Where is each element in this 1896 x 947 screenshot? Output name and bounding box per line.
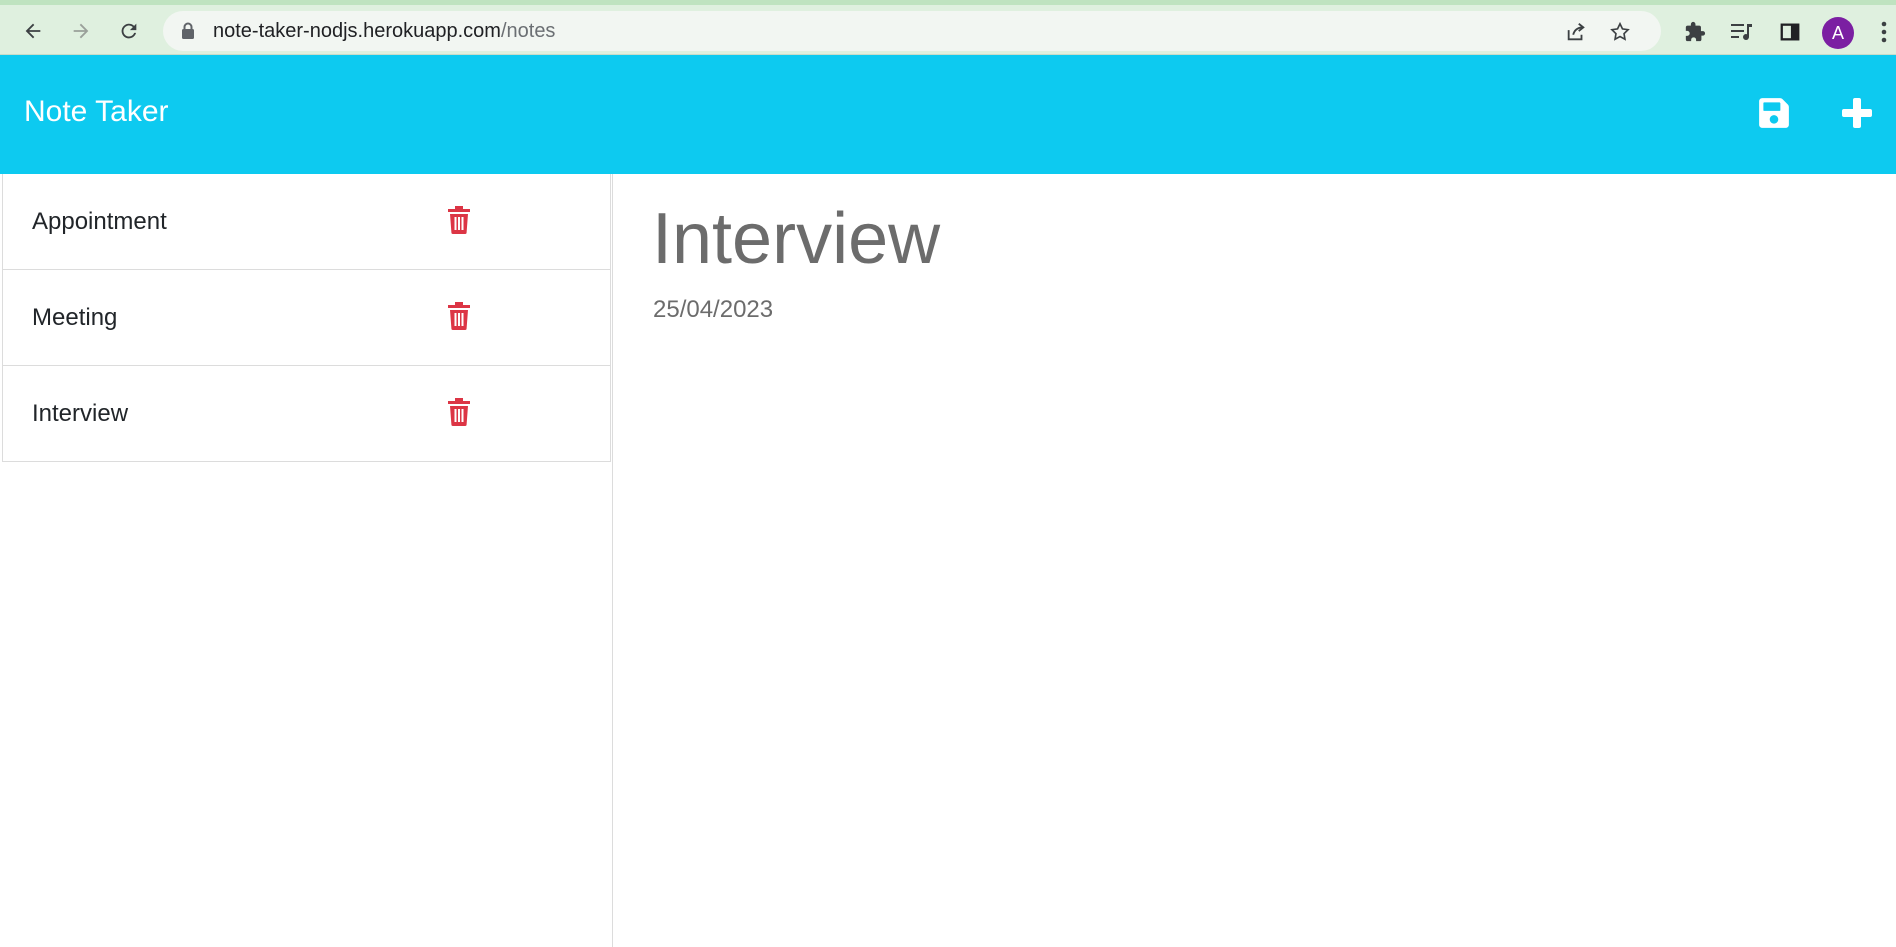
save-note-button[interactable] [1754,93,1794,133]
list-item-note[interactable]: Appointment [2,174,611,270]
extensions-button[interactable] [1680,17,1710,47]
trash-icon [448,302,470,330]
delete-note-button[interactable] [445,300,473,332]
delete-note-button[interactable] [445,204,473,236]
list-item-note[interactable]: Interview [2,366,611,462]
list-item-note[interactable]: Meeting [2,270,611,366]
note-list: Appointment Meeting Interview [0,174,612,462]
forward-button[interactable] [63,13,99,49]
share-icon [1567,23,1585,41]
browser-toolbar: note-taker-nodjs.herokuapp.com/notes A [0,0,1896,55]
side-panel-button[interactable] [1775,17,1805,47]
bookmark-star-icon [1610,21,1630,41]
back-button[interactable] [15,13,51,49]
note-item-title: Appointment [32,208,167,235]
note-text-area[interactable]: 25/04/2023 [653,296,773,324]
app-title[interactable]: Note Taker [24,95,169,129]
share-button[interactable] [1563,19,1589,45]
side-panel-icon [1780,23,1800,41]
app-navbar: Note Taker [0,55,1896,174]
trash-icon [448,206,470,234]
back-icon [25,23,41,39]
note-editor: Interview 25/04/2023 [614,174,1896,947]
media-control-icon [1731,24,1752,41]
note-item-title: Interview [32,400,129,427]
reload-button[interactable] [111,13,147,49]
plus-icon [1842,98,1872,128]
browser-menu-button[interactable] [1872,17,1896,47]
menu-kebab-icon [1881,21,1887,43]
note-title-input[interactable]: Interview [652,198,940,280]
profile-avatar[interactable]: A [1822,17,1854,49]
trash-icon [448,398,470,426]
media-control-button[interactable] [1727,17,1757,47]
note-item-title: Meeting [32,304,118,331]
save-icon [1759,98,1789,128]
address-bar[interactable]: note-taker-nodjs.herokuapp.com/notes [163,11,1661,51]
note-list-panel: Appointment Meeting Interview [0,174,613,947]
url-text: note-taker-nodjs.herokuapp.com/notes [213,20,556,42]
extensions-icon [1685,21,1706,42]
lock-icon [182,22,194,39]
new-note-button[interactable] [1837,93,1877,133]
delete-note-button[interactable] [445,396,473,428]
reload-icon [121,23,137,39]
bookmark-button[interactable] [1607,19,1633,45]
forward-icon [73,23,89,39]
